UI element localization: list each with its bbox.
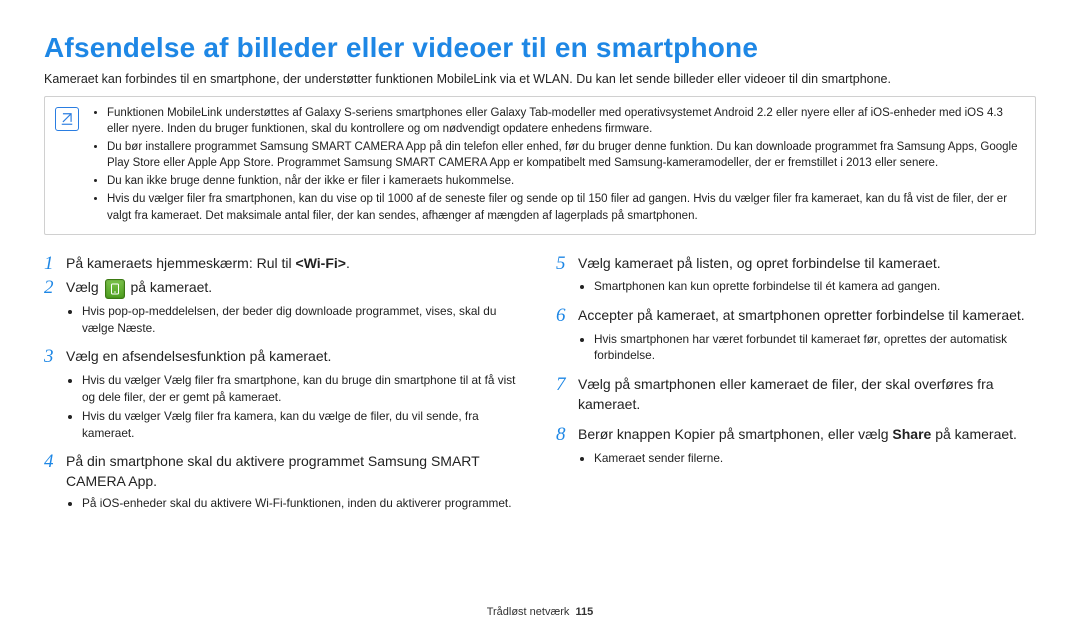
page-footer: Trådløst netværk 115	[0, 606, 1080, 618]
mobilelink-icon	[105, 279, 125, 299]
note-item: Du kan ikke bruge denne funktion, når de…	[107, 173, 1023, 189]
step-text-part: .	[346, 255, 350, 271]
bullet-bold: Vælg filer fra smartphone	[164, 373, 296, 387]
step-text: På din smartphone skal du aktivere progr…	[66, 451, 524, 492]
step-number: 3	[44, 346, 66, 369]
footer-section: Trådløst netværk	[487, 606, 570, 618]
step-3-bullets: Hvis du vælger Vælg filer fra smartphone…	[74, 372, 524, 441]
bullet-text: .	[152, 321, 155, 335]
step-6-bullets: Hvis smartphonen har været forbundet til…	[586, 331, 1036, 364]
note-item: Du bør installere programmet Samsung SMA…	[107, 139, 1023, 171]
step-text: Accepter på kameraet, at smartphonen opr…	[578, 305, 1025, 325]
footer-page-number: 115	[576, 606, 594, 618]
bullet: Hvis du vælger Vælg filer fra kamera, ka…	[82, 408, 524, 441]
bullet-text: Hvis du vælger	[82, 373, 164, 387]
step-7: 7 Vælg på smartphonen eller kameraet de …	[556, 374, 1036, 415]
step-number: 1	[44, 253, 66, 276]
columns: 1 På kameraets hjemmeskærm: Rul til <Wi-…	[44, 253, 1036, 522]
bullet: Hvis du vælger Vælg filer fra smartphone…	[82, 372, 524, 405]
step-3: 3 Vælg en afsendelsesfunktion på kamerae…	[44, 346, 524, 369]
bullet: Hvis pop-op-meddelelsen, der beder dig d…	[82, 303, 524, 336]
page-title: Afsendelse af billeder eller videoer til…	[44, 32, 1036, 64]
step-bold: Share	[892, 426, 931, 442]
note-item: Hvis du vælger filer fra smartphonen, ka…	[107, 191, 1023, 223]
step-4-bullets: På iOS-enheder skal du aktivere Wi-Fi-fu…	[74, 495, 524, 512]
step-6: 6 Accepter på kameraet, at smartphonen o…	[556, 305, 1036, 328]
bullet-text: Hvis du vælger	[82, 409, 164, 423]
column-right: 5 Vælg kameraet på listen, og opret forb…	[556, 253, 1036, 522]
step-1: 1 På kameraets hjemmeskærm: Rul til <Wi-…	[44, 253, 524, 276]
column-left: 1 På kameraets hjemmeskærm: Rul til <Wi-…	[44, 253, 524, 522]
step-4: 4 På din smartphone skal du aktivere pro…	[44, 451, 524, 492]
step-text: Vælg på smartphonen eller kameraet de fi…	[578, 374, 1036, 415]
step-number: 2	[44, 277, 66, 300]
step-8: 8 Berør knappen Kopier på smartphonen, e…	[556, 424, 1036, 447]
bullet-bold: Vælg filer fra kamera	[164, 409, 273, 423]
step-text-part: Berør knappen Kopier på smartphonen, ell…	[578, 426, 892, 442]
bullet: Hvis smartphonen har været forbundet til…	[594, 331, 1036, 364]
step-text-part: på kameraet.	[931, 426, 1017, 442]
note-box: Funktionen MobileLink understøttes af Ga…	[44, 96, 1036, 235]
step-number: 8	[556, 424, 578, 447]
step-5: 5 Vælg kameraet på listen, og opret forb…	[556, 253, 1036, 276]
step-text: Berør knappen Kopier på smartphonen, ell…	[578, 424, 1017, 444]
step-number: 5	[556, 253, 578, 276]
note-list: Funktionen MobileLink understøttes af Ga…	[91, 105, 1023, 224]
step-text: Vælg på kameraet.	[66, 277, 212, 298]
step-5-bullets: Smartphonen kan kun oprette forbindelse …	[586, 278, 1036, 295]
document-page: Afsendelse af billeder eller videoer til…	[0, 0, 1080, 630]
note-icon	[55, 107, 79, 131]
step-text-part: på kameraet.	[130, 279, 212, 295]
step-text-part: På kameraets hjemmeskærm: Rul til	[66, 255, 296, 271]
step-number: 4	[44, 451, 66, 474]
step-text: Vælg kameraet på listen, og opret forbin…	[578, 253, 941, 273]
step-number: 6	[556, 305, 578, 328]
step-text: Vælg en afsendelsesfunktion på kameraet.	[66, 346, 331, 366]
step-8-bullets: Kameraet sender filerne.	[586, 450, 1036, 467]
intro-text: Kameraet kan forbindes til en smartphone…	[44, 72, 1036, 86]
bullet: Kameraet sender filerne.	[594, 450, 1036, 467]
step-text: På kameraets hjemmeskærm: Rul til <Wi-Fi…	[66, 253, 350, 273]
step-2: 2 Vælg på kameraet.	[44, 277, 524, 300]
bullet-bold: Næste	[117, 321, 152, 335]
step-text-part: Vælg	[66, 279, 103, 295]
step-bold: <Wi-Fi>	[296, 255, 346, 271]
bullet: På iOS-enheder skal du aktivere Wi-Fi-fu…	[82, 495, 524, 512]
bullet: Smartphonen kan kun oprette forbindelse …	[594, 278, 1036, 295]
note-item: Funktionen MobileLink understøttes af Ga…	[107, 105, 1023, 137]
step-number: 7	[556, 374, 578, 397]
step-2-bullets: Hvis pop-op-meddelelsen, der beder dig d…	[74, 303, 524, 336]
